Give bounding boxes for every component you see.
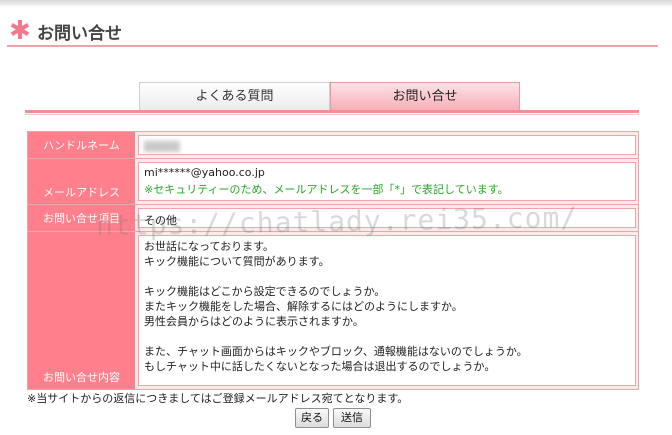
title-divider	[7, 45, 658, 47]
message-line: キック機能はどこから設定できるのでしょうか。	[144, 285, 386, 298]
message-line: 男性会員からはどのように表示されますか。	[144, 315, 364, 328]
tab-contact[interactable]: お問い合せ	[330, 82, 520, 110]
asterisk-flower-icon: ✱	[9, 16, 31, 46]
message-body: お世話になっております。 キック機能について質問があります。 キック機能はどこか…	[138, 235, 636, 386]
handle-value	[138, 135, 636, 155]
page-header: ✱ お問い合せ	[9, 18, 122, 44]
email-value: mi******@yahoo.co.jp	[144, 166, 265, 179]
message-line: もしチャット中に話したくないとなった場合は退出するのでしょうか。	[144, 360, 496, 373]
message-line: また、チャット画面からはキックやブロック、通報機能はないのでしょうか。	[144, 345, 528, 358]
page-title: お問い合せ	[37, 23, 122, 44]
reply-notice: ※当サイトからの返信につきましてはご登録メールアドレス宛てとなります。	[27, 392, 409, 405]
message-line: お世話になっております。	[144, 240, 275, 253]
message-line	[144, 329, 630, 344]
message-row: お問い合せ内容 お世話になっております。 キック機能について質問があります。 キ…	[27, 232, 639, 390]
contact-form: ハンドルネーム メールアドレス mi******@yahoo.co.jp ※セキ…	[27, 131, 639, 390]
message-line: またキック機能をした場合、解除するにはどのようにしますか。	[144, 300, 463, 313]
send-button[interactable]: 送信	[333, 408, 371, 428]
handle-row: ハンドルネーム	[27, 131, 639, 159]
handle-label: ハンドルネーム	[28, 132, 135, 158]
blurred-handle-value	[144, 141, 180, 152]
email-value-box: mi******@yahoo.co.jp ※セキュリティーのため、メールアドレス…	[138, 162, 636, 201]
message-line	[144, 269, 630, 284]
email-row: メールアドレス mi******@yahoo.co.jp ※セキュリティーのため…	[27, 159, 639, 205]
back-button[interactable]: 戻る	[295, 408, 329, 428]
message-label: お問い合せ内容	[28, 232, 135, 389]
tab-divider	[25, 110, 639, 113]
top-bar	[0, 0, 672, 6]
tab-divider-light	[25, 114, 639, 115]
email-security-note: ※セキュリティーのため、メールアドレスを一部「*」で表記しています。	[144, 183, 509, 196]
tab-faq[interactable]: よくある質問	[139, 82, 330, 110]
message-line: キック機能について質問があります。	[144, 255, 330, 268]
email-label: メールアドレス	[28, 159, 135, 204]
